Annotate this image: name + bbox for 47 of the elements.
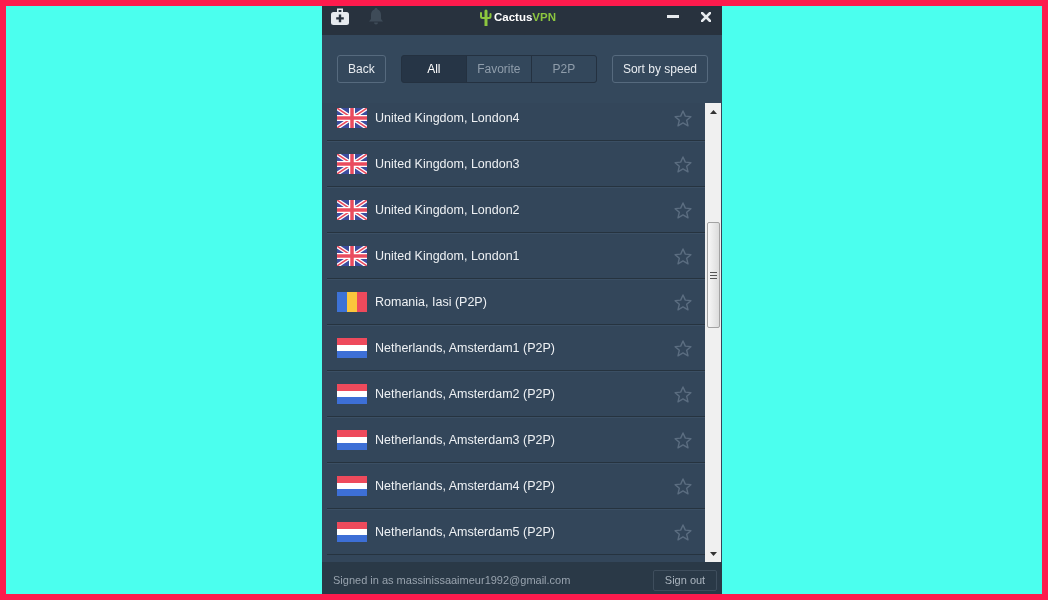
- grip-icon: [709, 271, 717, 279]
- filter-tab[interactable]: Favorite: [466, 56, 531, 82]
- star-icon[interactable]: [674, 385, 692, 403]
- server-name: Netherlands, Amsterdam1 (P2P): [375, 341, 556, 355]
- server-name: Romania, Iasi (P2P): [375, 295, 488, 309]
- cactus-icon: [480, 7, 492, 26]
- server-name: Netherlands, Amsterdam4 (P2P): [375, 479, 556, 493]
- star-icon[interactable]: [674, 339, 692, 357]
- first-aid-kit-icon[interactable]: [331, 8, 349, 25]
- scroll-up-arrow-icon[interactable]: [709, 109, 717, 114]
- server-name: United Kingdom, London1: [375, 249, 521, 263]
- scrollbar-thumb[interactable]: [706, 222, 720, 328]
- app-logo-text: CactusVPN: [494, 10, 556, 23]
- server-name: United Kingdom, London3: [375, 157, 521, 171]
- filter-tab[interactable]: All: [401, 56, 466, 82]
- server-name: United Kingdom, London2: [375, 203, 521, 217]
- bell-icon[interactable]: [369, 8, 383, 25]
- minimize-icon[interactable]: [667, 15, 679, 18]
- star-icon[interactable]: [674, 293, 692, 311]
- server-name: Netherlands, Amsterdam5 (P2P): [375, 525, 556, 539]
- server-name: Netherlands, Amsterdam2 (P2P): [375, 387, 556, 401]
- netherlands-flag-icon: [337, 476, 367, 496]
- server-name: United Kingdom, London4: [375, 111, 521, 125]
- netherlands-flag-icon: [337, 430, 367, 450]
- uk-flag-icon: [337, 154, 367, 174]
- netherlands-flag-icon: [337, 338, 367, 358]
- star-icon[interactable]: [674, 523, 692, 541]
- sign-out-button[interactable]: Sign out: [653, 569, 717, 591]
- star-icon[interactable]: [674, 431, 692, 449]
- romania-flag-icon: [337, 292, 367, 312]
- sort-by-speed-button[interactable]: Sort by speed: [611, 55, 708, 83]
- star-icon[interactable]: [674, 201, 692, 219]
- uk-flag-icon: [337, 200, 367, 220]
- back-button[interactable]: Back: [337, 55, 386, 83]
- scroll-down-arrow-icon[interactable]: [709, 551, 717, 556]
- close-icon[interactable]: [701, 11, 711, 22]
- star-icon[interactable]: [674, 477, 692, 495]
- uk-flag-icon: [337, 246, 367, 266]
- scrollbar-track[interactable]: [705, 103, 721, 562]
- signed-in-text: Signed in as massinissaaimeur1992@gmail.com: [333, 574, 571, 586]
- uk-flag-icon: [337, 108, 367, 128]
- star-icon[interactable]: [674, 109, 692, 127]
- star-icon[interactable]: [674, 155, 692, 173]
- star-icon[interactable]: [674, 247, 692, 265]
- server-name: Netherlands, Amsterdam3 (P2P): [375, 433, 556, 447]
- netherlands-flag-icon: [337, 522, 367, 542]
- netherlands-flag-icon: [337, 384, 367, 404]
